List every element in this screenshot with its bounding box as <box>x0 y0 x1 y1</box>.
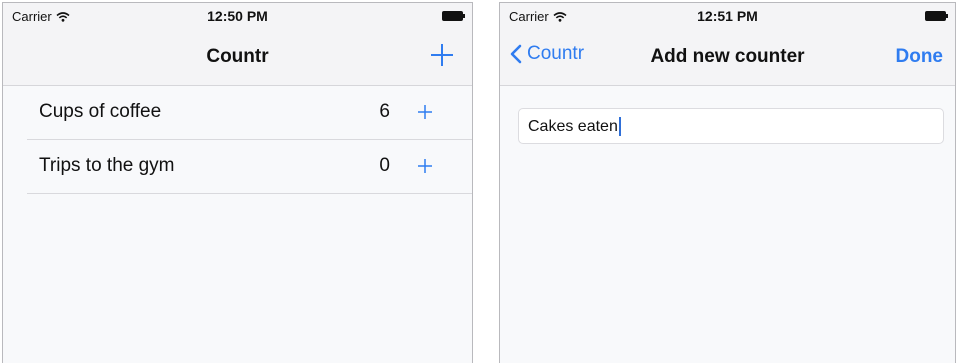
done-button[interactable]: Done <box>896 46 944 68</box>
status-bar: Carrier 12:50 PM <box>3 3 472 29</box>
counter-list-screen: Carrier 12:50 PM Countr Cups of coffee 6 <box>2 2 473 363</box>
list-item: Cups of coffee 6 <box>27 86 472 140</box>
status-time: 12:51 PM <box>697 8 758 24</box>
increment-button[interactable] <box>416 157 434 175</box>
counter-label: Cups of coffee <box>39 101 162 122</box>
list-item: Trips to the gym 0 <box>27 140 472 194</box>
battery-icon <box>442 11 465 21</box>
plus-icon <box>418 159 432 173</box>
battery-icon <box>925 11 948 21</box>
counter-value: 0 <box>379 155 390 176</box>
text-cursor <box>618 117 621 136</box>
counter-name-input[interactable]: Cakes eaten <box>518 108 944 144</box>
counter-label: Trips to the gym <box>39 155 175 176</box>
page-title: Add new counter <box>650 46 805 67</box>
add-counter-button[interactable] <box>428 41 456 69</box>
increment-button[interactable] <box>416 103 434 121</box>
status-bar: Carrier 12:51 PM <box>500 3 955 29</box>
navigation-bar: Countr <box>3 29 472 86</box>
status-time: 12:50 PM <box>207 8 268 24</box>
plus-icon <box>418 105 432 119</box>
counter-value: 6 <box>379 101 390 122</box>
add-counter-screen: Carrier 12:51 PM Countr Add new counter … <box>499 2 956 363</box>
counter-list: Cups of coffee 6 Trips to the gym 0 <box>3 86 472 194</box>
navigation-bar: Countr Add new counter Done <box>500 29 955 86</box>
plus-icon <box>431 44 453 66</box>
page-title: Countr <box>206 46 269 67</box>
input-value: Cakes eaten <box>528 118 618 135</box>
